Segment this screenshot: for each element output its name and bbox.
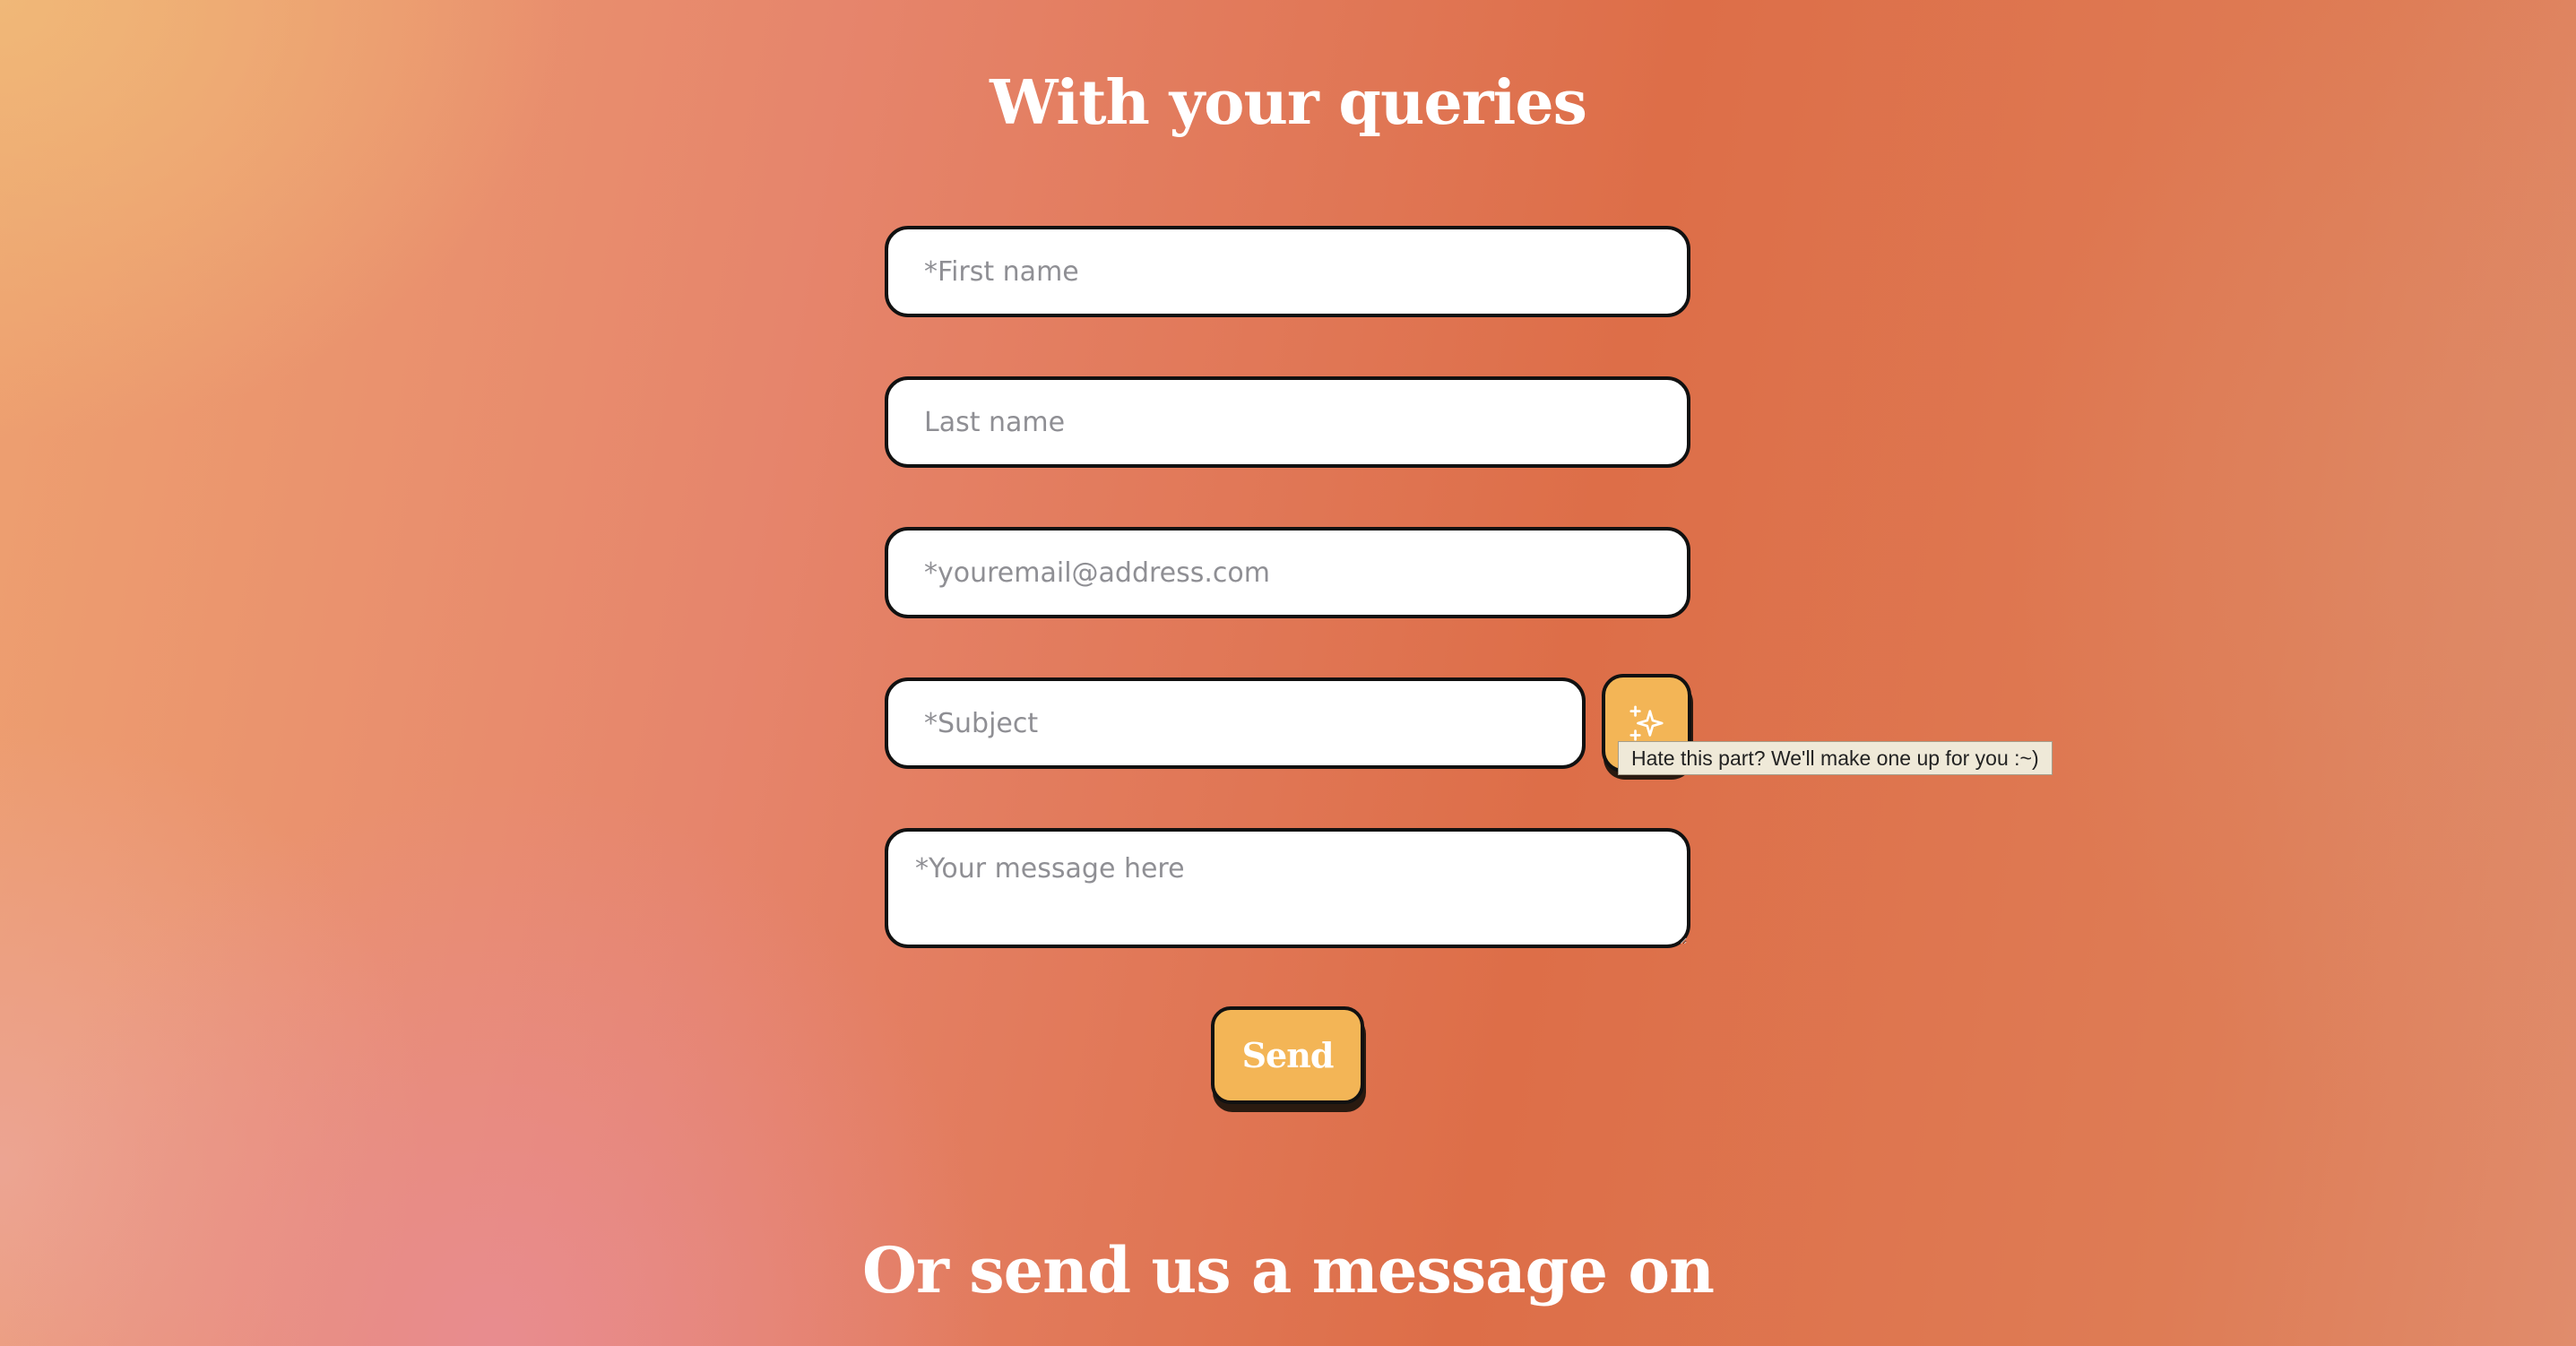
form-title: With your queries <box>990 67 1587 139</box>
subject-tooltip: Hate this part? We'll make one up for yo… <box>1618 741 2053 775</box>
sparkles-icon <box>1629 705 1664 741</box>
first-name-input[interactable] <box>885 226 1690 317</box>
alt-contact-title: Or send us a message on <box>862 1233 1715 1307</box>
send-button[interactable]: Send <box>1211 1006 1364 1104</box>
last-name-input[interactable] <box>885 376 1690 468</box>
subject-input[interactable] <box>885 677 1586 769</box>
message-textarea[interactable] <box>885 828 1690 948</box>
email-input[interactable] <box>885 527 1690 618</box>
